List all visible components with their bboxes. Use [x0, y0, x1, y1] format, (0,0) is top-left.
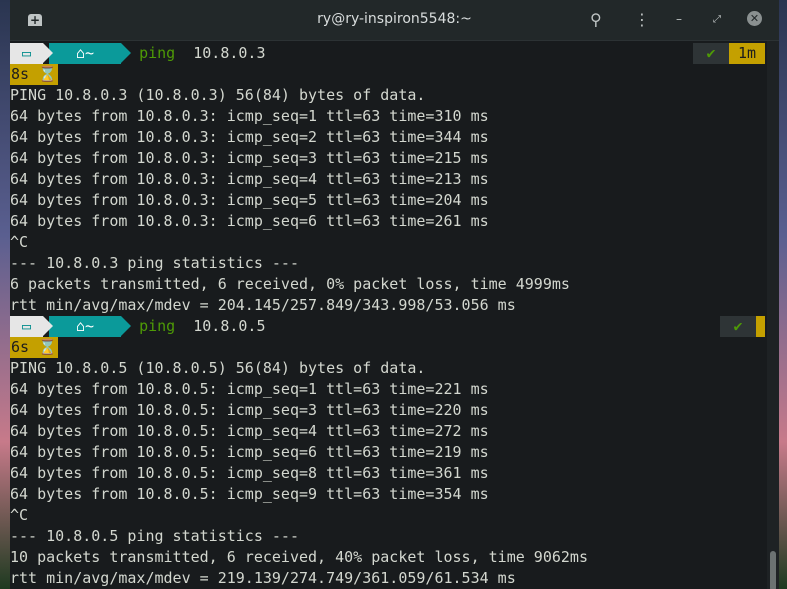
output-line: 10 packets transmitted, 6 received, 40% … [10, 548, 588, 566]
output-line: ^C [10, 233, 29, 251]
menu-icon[interactable]: ⋮ [634, 10, 650, 29]
status-ok-icon: ✔ [720, 316, 756, 337]
maximize-icon[interactable]: ⤢ [713, 14, 721, 25]
elapsed-time: 1m [729, 43, 765, 64]
output-line: rtt min/avg/max/mdev = 204.145/257.849/3… [10, 296, 516, 314]
output-line: 64 bytes from 10.8.0.5: icmp_seq=6 ttl=6… [10, 443, 489, 461]
output-line: 64 bytes from 10.8.0.3: icmp_seq=3 ttl=6… [10, 149, 489, 167]
output-line: 64 bytes from 10.8.0.5: icmp_seq=9 ttl=6… [10, 485, 489, 503]
output-line: rtt min/avg/max/mdev = 219.139/274.749/3… [10, 569, 516, 587]
command-arg: 10.8.0.5 [193, 317, 266, 335]
output-line: 64 bytes from 10.8.0.5: icmp_seq=4 ttl=6… [10, 422, 489, 440]
output-line: 64 bytes from 10.8.0.5: icmp_seq=3 ttl=6… [10, 401, 489, 419]
prompt-line: ▭ ⌂~ ping 10.8.0.5 ✔ [10, 316, 767, 337]
output-line: ^C [10, 506, 29, 524]
command-arg: 10.8.0.3 [193, 44, 266, 62]
duration: 6s [11, 338, 30, 356]
output-line: 64 bytes from 10.8.0.5: icmp_seq=8 ttl=6… [10, 464, 489, 482]
terminal-output[interactable]: ▭ ⌂~ ping 10.8.0.3 ✔ 1m 8s ⌛ PING 10.8.0.3 (1… [10, 43, 767, 589]
hourglass-icon: ⌛ [38, 338, 57, 356]
output-line: 64 bytes from 10.8.0.3: icmp_seq=1 ttl=6… [10, 107, 489, 125]
command: ping [139, 317, 176, 335]
duration-line: 6s ⌛ [10, 337, 767, 358]
home-icon: ⌂ [75, 44, 85, 62]
duration: 8s [11, 65, 30, 83]
output-line: PING 10.8.0.5 (10.8.0.5) 56(84) bytes of… [10, 359, 426, 377]
output-line: PING 10.8.0.3 (10.8.0.3) 56(84) bytes of… [10, 86, 426, 104]
os-logo-icon: ▭ [10, 316, 53, 337]
scrollbar-thumb[interactable] [770, 551, 776, 589]
output-line: 64 bytes from 10.8.0.3: icmp_seq=5 ttl=6… [10, 191, 489, 209]
window-title: ry@ry-inspiron5548:~ [317, 11, 472, 27]
output-line: --- 10.8.0.5 ping statistics --- [10, 527, 299, 545]
output-line: 64 bytes from 10.8.0.3: icmp_seq=4 ttl=6… [10, 170, 489, 188]
terminal-window: + ry@ry-inspiron5548:~ ⚲ ⋮ – ⤢ ✕ ▭ ⌂~ pin… [10, 0, 779, 589]
title-bar: + ry@ry-inspiron5548:~ ⚲ ⋮ – ⤢ ✕ [10, 0, 779, 41]
output-line: --- 10.8.0.3 ping statistics --- [10, 254, 299, 272]
cwd-segment: ⌂~ [49, 43, 131, 64]
home-icon: ⌂ [75, 317, 85, 335]
command: ping [139, 44, 176, 62]
minimize-icon[interactable]: – [676, 12, 682, 26]
os-logo-icon: ▭ [10, 43, 53, 64]
elapsed-segment [756, 316, 765, 337]
status-ok-icon: ✔ [693, 43, 729, 64]
search-icon[interactable]: ⚲ [590, 10, 602, 29]
output-line: 64 bytes from 10.8.0.3: icmp_seq=6 ttl=6… [10, 212, 489, 230]
output-line: 6 packets transmitted, 6 received, 0% pa… [10, 275, 570, 293]
output-line: 64 bytes from 10.8.0.3: icmp_seq=2 ttl=6… [10, 128, 489, 146]
output-line: 64 bytes from 10.8.0.5: icmp_seq=1 ttl=6… [10, 380, 489, 398]
scrollbar[interactable] [767, 41, 779, 589]
duration-line: 8s ⌛ [10, 64, 767, 85]
hourglass-icon: ⌛ [38, 65, 57, 83]
cwd-segment: ⌂~ [49, 316, 131, 337]
close-icon[interactable]: ✕ [747, 11, 762, 26]
prompt-line: ▭ ⌂~ ping 10.8.0.3 ✔ 1m [10, 43, 767, 64]
